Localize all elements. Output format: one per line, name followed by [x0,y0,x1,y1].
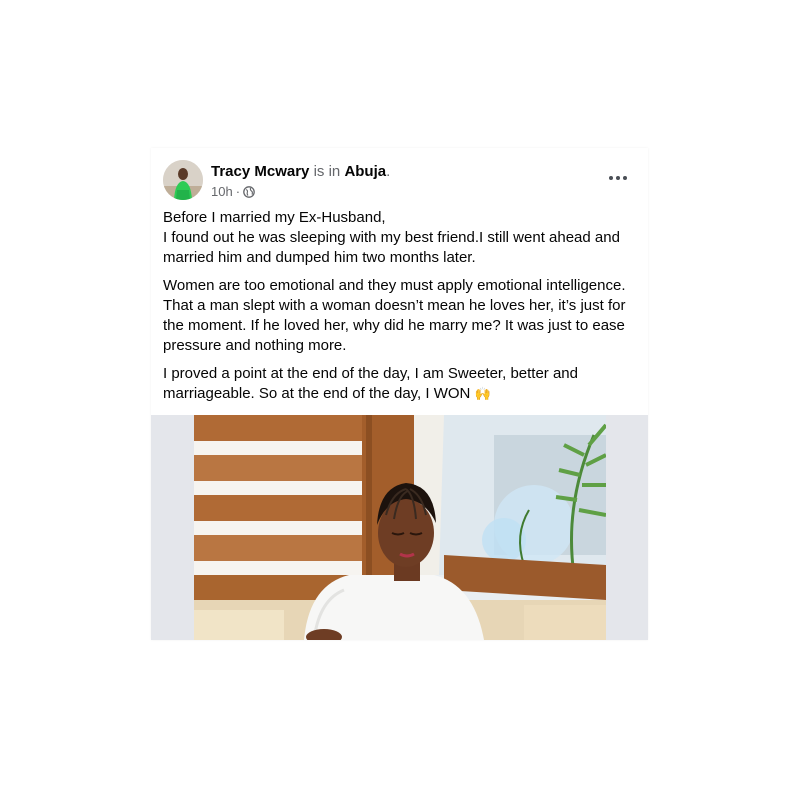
more-dot [616,176,620,180]
post-paragraph-2: Women are too emotional and they must ap… [163,276,633,356]
globe-icon[interactable] [243,186,255,198]
more-options-icon[interactable] [602,166,634,190]
more-dot [623,176,627,180]
text-line: married him and dumped him two months la… [163,249,476,266]
post-paragraph-3: I proved a point at the end of the day, … [163,364,633,404]
text-line: Women are too emotional and they must ap… [163,277,626,294]
text-line: marriageable. So at the end of the day, … [163,385,471,402]
post-header: Tracy Mcwary is in Abuja. 10h · [163,160,636,202]
avatar-image [163,160,203,200]
text-line: I proved a point at the end of the day, … [163,365,578,382]
author-name[interactable]: Tracy Mcwary [211,163,309,180]
checkin-text: is in [313,163,341,180]
post-text: Before I married my Ex-Husband, I found … [163,208,633,412]
text-line: Before I married my Ex-Husband, [163,209,386,226]
post-photo[interactable] [194,415,606,640]
facebook-post: Tracy Mcwary is in Abuja. 10h · Before I… [151,148,648,640]
post-timestamp[interactable]: 10h [211,184,233,200]
text-line: the moment. If he loved her, why did he … [163,317,625,334]
author-line: Tracy Mcwary is in Abuja. [211,162,390,182]
text-line: That a man slept with a woman doesn’t me… [163,297,626,314]
checkin-location[interactable]: Abuja [344,163,386,180]
more-dot [609,176,613,180]
author-avatar[interactable] [163,160,203,200]
post-subline: 10h · [211,184,390,200]
post-meta: Tracy Mcwary is in Abuja. 10h · [211,162,390,200]
text-line: pressure and nothing more. [163,337,347,354]
location-period: . [386,163,391,180]
meta-separator: · [235,184,241,199]
raising-hands-emoji: 🙌 [474,386,491,401]
text-line: I found out he was sleeping with my best… [163,229,620,246]
post-paragraph-1: Before I married my Ex-Husband, I found … [163,208,633,268]
post-photo-container [151,415,648,640]
